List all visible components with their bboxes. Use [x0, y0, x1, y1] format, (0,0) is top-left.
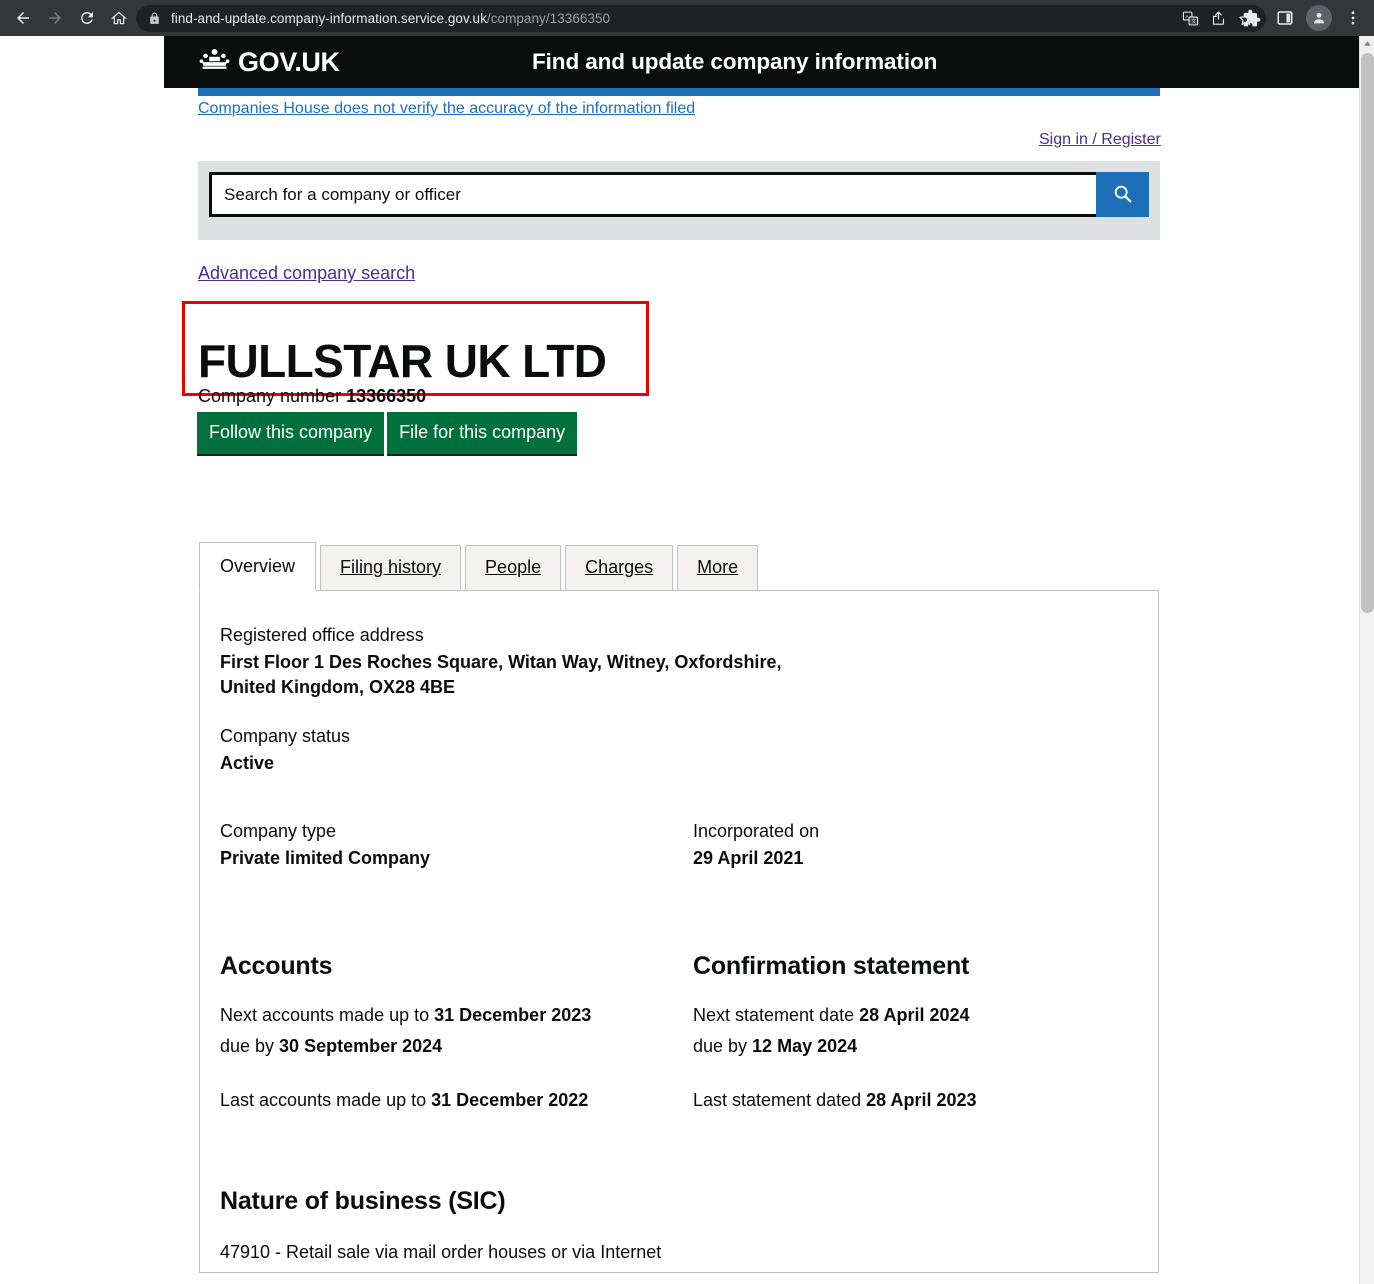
- address-bar[interactable]: find-and-update.company-information.serv…: [136, 5, 1266, 32]
- last-statement-date: 28 April 2023: [866, 1089, 977, 1110]
- last-statement-line: Last statement dated 28 April 2023: [693, 1088, 1138, 1114]
- browser-toolbar-right: [1236, 3, 1368, 33]
- statement-due-prefix: due by: [693, 1036, 753, 1057]
- overview-panel: Registered office address First Floor 1 …: [199, 590, 1159, 1273]
- back-arrow-icon[interactable]: [8, 3, 38, 33]
- company-number: Company number 13366350: [198, 386, 426, 407]
- forward-arrow-icon[interactable]: [40, 3, 70, 33]
- last-accounts-prefix: Last accounts made up to: [220, 1089, 432, 1110]
- govuk-logo[interactable]: GOV.UK: [198, 47, 340, 78]
- next-statement-prefix: Next statement date: [693, 1004, 860, 1025]
- registered-office-line-1: First Floor 1 Des Roches Square, Witan W…: [220, 652, 782, 672]
- confirmation-statement-section: Confirmation statement Next statement da…: [679, 952, 1138, 1120]
- tab-more[interactable]: More: [677, 545, 759, 591]
- accuracy-notice-link[interactable]: Companies House does not verify the accu…: [198, 100, 695, 118]
- tab-filing-history[interactable]: Filing history: [320, 545, 462, 591]
- page-scrollbar[interactable]: [1359, 36, 1374, 1284]
- url-text: find-and-update.company-information.serv…: [171, 11, 611, 26]
- accounts-section: Accounts Next accounts made up to 31 Dec…: [220, 952, 679, 1120]
- translate-icon[interactable]: A文: [1178, 7, 1202, 31]
- sic-heading: Nature of business (SIC): [220, 1187, 506, 1216]
- company-number-value: 13366350: [346, 386, 427, 406]
- follow-this-company-button[interactable]: Follow this company: [197, 412, 385, 454]
- next-statement-line: Next statement date 28 April 2024: [693, 1003, 1138, 1029]
- extensions-puzzle-icon[interactable]: [1236, 3, 1266, 33]
- company-action-buttons: Follow this company File for this compan…: [197, 412, 578, 454]
- page-viewport: GOV.UK Find and update company informati…: [0, 36, 1374, 1284]
- search-submit-button[interactable]: [1096, 172, 1149, 217]
- accounts-and-confirmation-row: Accounts Next accounts made up to 31 Dec…: [220, 952, 1138, 1120]
- accounts-heading: Accounts: [220, 951, 333, 980]
- company-type-value: Private limited Company: [220, 847, 431, 868]
- blue-accent-bar: [198, 88, 1160, 96]
- company-name-heading: FULLSTAR UK LTD: [198, 334, 607, 387]
- service-name[interactable]: Find and update company information: [532, 49, 937, 75]
- home-icon[interactable]: [104, 3, 134, 33]
- browser-nav-buttons: [0, 3, 134, 33]
- side-panel-icon[interactable]: [1270, 3, 1300, 33]
- sic-section: Nature of business (SIC) 47910 - Retail …: [220, 1187, 1138, 1263]
- next-accounts-line: Next accounts made up to 31 December 202…: [220, 1003, 679, 1029]
- sign-in-register-link[interactable]: Sign in / Register: [1039, 131, 1161, 149]
- company-type-label: Company type: [220, 820, 337, 841]
- company-status-value: Active: [220, 753, 275, 774]
- govuk-logo-text: GOV.UK: [238, 46, 340, 77]
- registered-office-block: Registered office address First Floor 1 …: [220, 625, 1138, 700]
- incorporated-value: 29 April 2021: [693, 847, 804, 868]
- company-status-block: Company status Active: [220, 726, 1138, 776]
- advanced-company-search-link[interactable]: Advanced company search: [198, 263, 415, 284]
- tab-people[interactable]: People: [465, 545, 562, 591]
- statement-due-date: 12 May 2024: [752, 1036, 858, 1057]
- govuk-header: GOV.UK Find and update company informati…: [164, 36, 1360, 88]
- tab-overview[interactable]: Overview: [199, 542, 317, 591]
- file-for-this-company-button[interactable]: File for this company: [387, 412, 578, 454]
- crown-icon: [198, 47, 231, 78]
- incorporated-block: Incorporated on 29 April 2021: [679, 821, 1138, 871]
- accounts-due-line: due by 30 September 2024: [220, 1034, 679, 1060]
- company-tabs: Overview Filing history People Charges M…: [199, 542, 762, 591]
- next-statement-date: 28 April 2024: [859, 1004, 970, 1025]
- company-status-label: Company status: [220, 726, 351, 747]
- profile-avatar-icon[interactable]: [1304, 3, 1334, 33]
- search-input[interactable]: [209, 172, 1096, 217]
- accounts-due-date: 30 September 2024: [279, 1036, 443, 1057]
- share-icon[interactable]: [1206, 7, 1230, 31]
- statement-due-line: due by 12 May 2024: [693, 1034, 1138, 1060]
- browser-toolbar: find-and-update.company-information.serv…: [0, 0, 1374, 36]
- company-type-block: Company type Private limited Company: [220, 821, 679, 871]
- scrollbar-thumb[interactable]: [1361, 53, 1374, 613]
- last-statement-prefix: Last statement dated: [693, 1089, 867, 1110]
- incorporated-label: Incorporated on: [693, 820, 820, 841]
- search-icon: [1112, 183, 1133, 207]
- scroll-up-arrow-icon[interactable]: [1360, 36, 1374, 51]
- next-accounts-prefix: Next accounts made up to: [220, 1004, 435, 1025]
- accounts-due-prefix: due by: [220, 1036, 280, 1057]
- registered-office-line-2: United Kingdom, OX28 4BE: [220, 677, 456, 698]
- last-accounts-date: 31 December 2022: [431, 1089, 589, 1110]
- company-number-label: Company number: [198, 386, 342, 406]
- last-accounts-line: Last accounts made up to 31 December 202…: [220, 1088, 679, 1114]
- tab-charges[interactable]: Charges: [565, 545, 674, 591]
- chrome-menu-icon[interactable]: [1338, 3, 1368, 33]
- registered-office-label: Registered office address: [220, 625, 424, 645]
- sic-code-line: 47910 - Retail sale via mail order house…: [220, 1242, 662, 1263]
- next-accounts-date: 31 December 2023: [434, 1004, 592, 1025]
- search-form: [209, 172, 1149, 217]
- lock-icon: [148, 12, 161, 25]
- reload-icon[interactable]: [72, 3, 102, 33]
- confirmation-statement-heading: Confirmation statement: [693, 951, 970, 980]
- type-and-incorporation-row: Company type Private limited Company Inc…: [220, 821, 1138, 871]
